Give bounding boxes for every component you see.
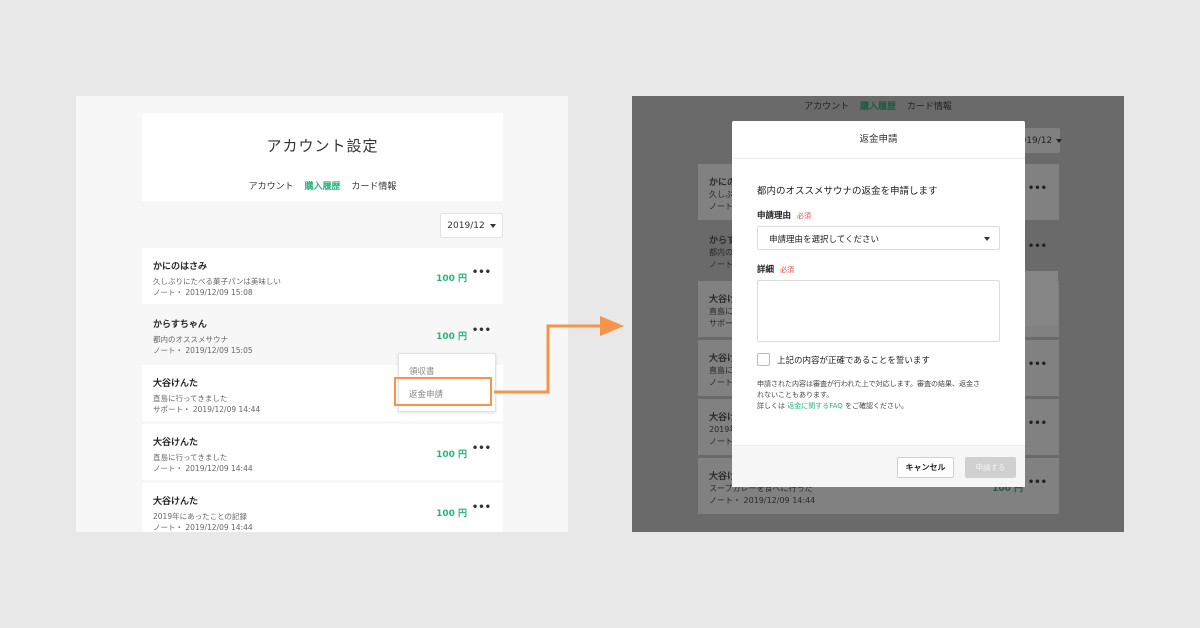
confirm-label: 上記の内容が正確であることを誓います	[777, 356, 930, 366]
modal-footer: キャンセル 申請する	[732, 445, 1025, 487]
reason-select[interactable]: 申請理由を選択してください	[757, 226, 1000, 250]
submit-button[interactable]: 申請する	[965, 457, 1016, 478]
tab-account: アカウント	[804, 102, 850, 112]
more-options-icon: •••	[1027, 359, 1047, 370]
settings-tabs: アカウント 購入履歴 カード情報	[142, 179, 503, 192]
purchase-creator: かにのはさみ	[153, 262, 208, 272]
detail-label: 詳細 必須	[757, 263, 794, 275]
chevron-down-icon	[984, 237, 990, 241]
purchase-meta: ノート・ 2019/12/09 14:44	[709, 496, 816, 505]
purchase-item-name: 久しぶ	[709, 190, 733, 199]
notice-line-3: 詳しくは 返金に関するFAQ をご確認ください。	[757, 401, 908, 411]
account-settings-screen: アカウント設定 アカウント 購入履歴 カード情報 2019/12 かにのはさみ …	[76, 96, 568, 532]
purchase-item-name: 都内のオススメサウナ	[153, 335, 228, 344]
more-options-icon: •••	[1027, 477, 1047, 488]
more-options-icon[interactable]: •••	[472, 502, 491, 513]
settings-header-card: アカウント設定 アカウント 購入履歴 カード情報	[142, 113, 503, 201]
modal-lead-text: 都内のオススメサウナの返金を申請します	[757, 186, 938, 197]
purchase-item-name: 直島に行ってきました	[153, 394, 228, 403]
purchase-row[interactable]: 大谷けんた 直島に行ってきました ノート・ 2019/12/09 14:44 1…	[142, 424, 503, 480]
tab-card-info: カード情報	[906, 102, 952, 112]
purchase-item-name: 2019年にあったことの記録	[153, 512, 248, 521]
refund-faq-link[interactable]: 返金に関するFAQ	[787, 402, 843, 410]
purchase-price: 100 円	[436, 274, 467, 284]
detail-label-text: 詳細	[757, 265, 775, 275]
purchase-meta: ノート・ 2019/12/09 14:44	[153, 464, 253, 473]
purchase-meta: サポート・ 2019/12/09 14:44	[153, 405, 261, 414]
purchase-item-name: 久しぶりにたべる菓子パンは美味しい	[153, 277, 281, 286]
chevron-down-icon	[489, 223, 496, 228]
modal-title: 返金申請	[732, 121, 1025, 159]
tab-purchase-history: 購入履歴	[859, 102, 896, 112]
more-options-icon[interactable]: •••	[472, 325, 491, 336]
chevron-down-icon	[1056, 138, 1063, 143]
menu-item-receipt[interactable]: 領収書	[409, 365, 435, 377]
purchase-price: 100 円	[436, 509, 467, 519]
purchase-meta: サポー	[709, 319, 733, 328]
refund-highlight-box	[394, 377, 492, 406]
more-options-icon: •••	[1027, 418, 1047, 429]
purchase-item-name: 直島に行ってきました	[153, 453, 228, 462]
detail-textarea[interactable]	[757, 280, 1000, 342]
purchase-creator: からすちゃん	[153, 320, 207, 330]
purchase-meta: ノート・ 2019/12/09 15:08	[153, 288, 253, 297]
purchase-row[interactable]: 大谷けんた 2019年にあったことの記録 ノート・ 2019/12/09 14:…	[142, 483, 503, 532]
reason-label: 申請理由 必須	[757, 209, 811, 221]
refund-modal: 返金申請 都内のオススメサウナの返金を申請します 申請理由 必須 申請理由を選択し…	[732, 121, 1025, 487]
confirm-checkbox[interactable]	[757, 353, 770, 366]
reason-label-text: 申請理由	[757, 211, 792, 221]
page-title: アカウント設定	[266, 137, 379, 155]
cancel-button[interactable]: キャンセル	[897, 457, 954, 478]
reason-select-placeholder: 申請理由を選択してください	[769, 235, 879, 245]
purchase-item-name: 直島に	[709, 366, 733, 375]
required-badge: 必須	[797, 212, 812, 220]
more-options-icon: •••	[1027, 241, 1047, 252]
required-badge: 必須	[780, 266, 795, 274]
refund-dialog-screen: アカウント 購入履歴 カード情報 2019/12 かにの 久しぶ ノート・ ••…	[632, 96, 1124, 532]
more-options-icon[interactable]: •••	[472, 267, 491, 278]
more-options-icon: •••	[1027, 183, 1047, 194]
purchase-row[interactable]: かにのはさみ 久しぶりにたべる菓子パンは美味しい ノート・ 2019/12/09…	[142, 248, 503, 304]
tab-card-info[interactable]: カード情報	[351, 182, 396, 192]
purchase-meta: ノート・ 2019/12/09 14:44	[153, 523, 253, 532]
more-options-icon[interactable]: •••	[472, 443, 491, 454]
tab-account[interactable]: アカウント	[249, 182, 294, 192]
notice-suffix: をご確認ください。	[842, 402, 909, 410]
notice-line-2: れないこともあります。	[757, 391, 834, 399]
month-select-value: 2019/12	[447, 220, 485, 231]
purchase-creator: 大谷けんた	[153, 497, 199, 507]
notice-prefix: 詳しくは	[757, 402, 788, 410]
purchase-meta: ノート・ 2019/12/09 15:05	[153, 346, 253, 355]
purchase-item-name: 直島に	[709, 307, 733, 316]
purchase-creator: 大谷けんた	[153, 379, 199, 389]
notice-line-1: 申請された内容は審査が行われた上で対応します。審査の結果、返金さ	[757, 380, 980, 388]
purchase-price: 100 円	[436, 332, 467, 342]
purchase-creator: 大谷けんた	[153, 438, 199, 448]
tab-purchase-history[interactable]: 購入履歴	[304, 182, 340, 192]
month-select[interactable]: 2019/12	[440, 213, 503, 238]
purchase-item-name: 都内の	[709, 248, 733, 257]
settings-tabs-dimmed: アカウント 購入履歴 カード情報	[632, 99, 1124, 112]
purchase-price: 100 円	[436, 450, 467, 460]
